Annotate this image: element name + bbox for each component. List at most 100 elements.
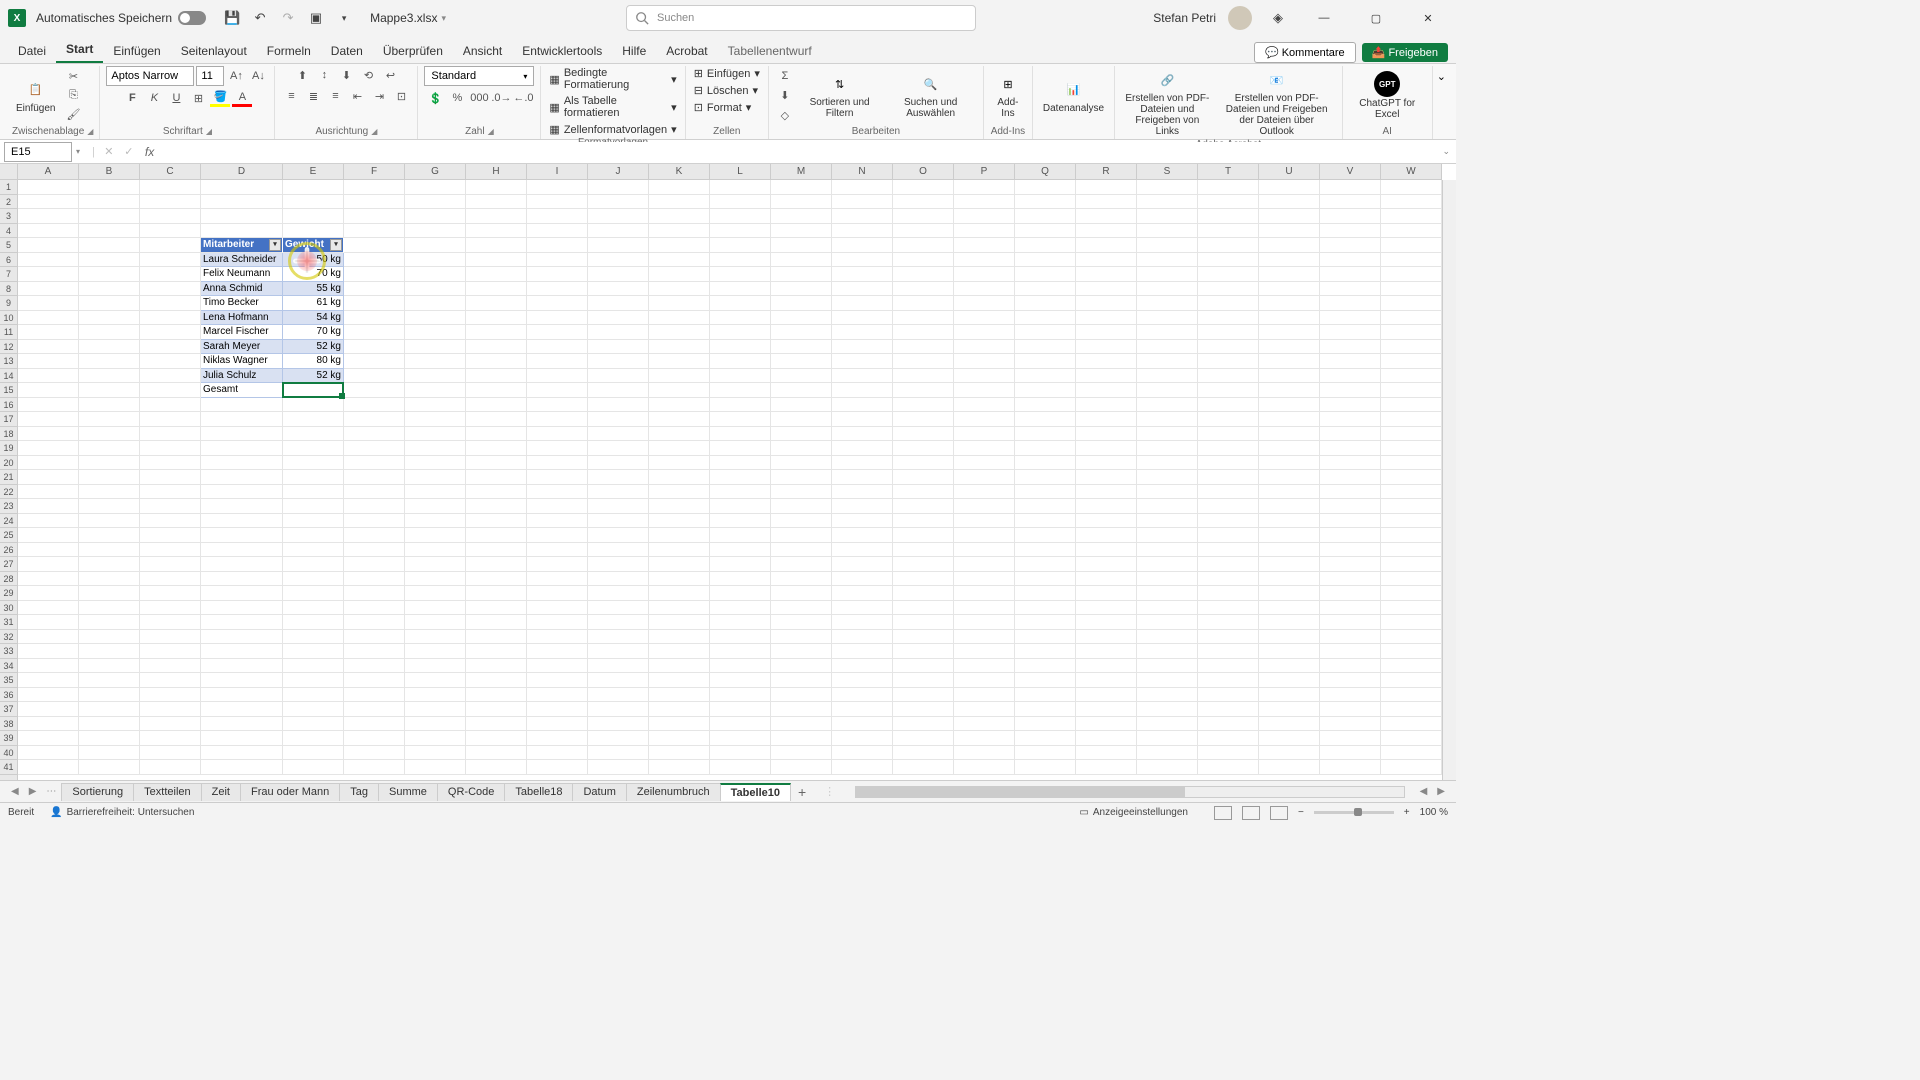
row-header[interactable]: 40 [0, 746, 17, 761]
cell[interactable] [1320, 528, 1381, 543]
cell[interactable] [893, 528, 954, 543]
cell[interactable] [954, 267, 1015, 282]
cell[interactable] [466, 514, 527, 529]
cell[interactable] [1137, 195, 1198, 210]
cell[interactable] [1137, 528, 1198, 543]
cell[interactable] [771, 557, 832, 572]
cell[interactable] [1076, 499, 1137, 514]
cell[interactable]: 52 kg [283, 340, 344, 355]
cell[interactable] [18, 702, 79, 717]
cell[interactable] [1198, 644, 1259, 659]
cell[interactable] [201, 717, 283, 732]
cell[interactable] [771, 731, 832, 746]
cell[interactable] [832, 325, 893, 340]
cell[interactable] [79, 470, 140, 485]
cell[interactable] [710, 354, 771, 369]
cell[interactable] [1320, 746, 1381, 761]
cell[interactable] [1015, 688, 1076, 703]
cell[interactable] [1015, 354, 1076, 369]
cell[interactable] [140, 601, 201, 616]
cell[interactable] [405, 282, 466, 297]
cell[interactable] [649, 528, 710, 543]
cell[interactable] [588, 630, 649, 645]
cell[interactable] [588, 412, 649, 427]
cell[interactable] [527, 195, 588, 210]
row-header[interactable]: 22 [0, 485, 17, 500]
cell[interactable] [79, 369, 140, 384]
minimize-button[interactable]: — [1304, 3, 1344, 33]
cell[interactable] [832, 543, 893, 558]
cell[interactable] [771, 688, 832, 703]
cell[interactable] [201, 572, 283, 587]
filter-dropdown-icon[interactable]: ▾ [330, 239, 342, 251]
cell[interactable] [1198, 253, 1259, 268]
cell[interactable] [283, 485, 344, 500]
cell[interactable] [344, 398, 405, 413]
cell[interactable] [649, 644, 710, 659]
cell[interactable] [527, 325, 588, 340]
cell[interactable] [588, 296, 649, 311]
cell[interactable] [771, 673, 832, 688]
search-input[interactable]: Suchen [626, 5, 976, 31]
cell[interactable] [710, 296, 771, 311]
cell[interactable] [771, 354, 832, 369]
cell[interactable] [1137, 514, 1198, 529]
cell[interactable] [649, 615, 710, 630]
column-header[interactable]: M [771, 164, 832, 179]
cell[interactable] [527, 383, 588, 398]
cell[interactable] [710, 441, 771, 456]
sheet-nav-more-icon[interactable]: ⋯ [41, 786, 61, 797]
cell[interactable] [1076, 340, 1137, 355]
cell[interactable] [1381, 383, 1442, 398]
cell[interactable] [832, 311, 893, 326]
cell[interactable] [18, 180, 79, 195]
row-header[interactable]: 14 [0, 369, 17, 384]
cell[interactable] [1259, 572, 1320, 587]
cell[interactable] [832, 673, 893, 688]
column-header[interactable]: P [954, 164, 1015, 179]
cell[interactable] [954, 180, 1015, 195]
cell[interactable] [527, 543, 588, 558]
cell[interactable] [201, 601, 283, 616]
cell[interactable] [1381, 180, 1442, 195]
cell[interactable] [344, 644, 405, 659]
cell[interactable] [588, 760, 649, 775]
row-header[interactable]: 18 [0, 427, 17, 442]
cell[interactable] [771, 296, 832, 311]
cell[interactable] [527, 224, 588, 239]
cell[interactable] [832, 253, 893, 268]
cell[interactable] [832, 354, 893, 369]
cell[interactable] [283, 528, 344, 543]
cell[interactable] [649, 717, 710, 732]
cell[interactable] [79, 586, 140, 601]
cell[interactable] [1015, 485, 1076, 500]
cell[interactable] [201, 702, 283, 717]
cell[interactable] [405, 253, 466, 268]
cell[interactable] [79, 615, 140, 630]
cell[interactable] [79, 572, 140, 587]
cell[interactable] [832, 209, 893, 224]
cell[interactable] [405, 383, 466, 398]
cell[interactable] [1137, 572, 1198, 587]
cell[interactable] [18, 354, 79, 369]
cell[interactable] [710, 528, 771, 543]
cell[interactable] [18, 673, 79, 688]
cell[interactable] [1076, 717, 1137, 732]
cell[interactable] [140, 543, 201, 558]
cell[interactable] [954, 412, 1015, 427]
cell[interactable] [283, 499, 344, 514]
cell[interactable] [954, 238, 1015, 253]
cell[interactable] [344, 702, 405, 717]
fill-color-icon[interactable]: 🪣 [210, 89, 230, 107]
cell[interactable] [140, 441, 201, 456]
cell[interactable] [954, 644, 1015, 659]
cell[interactable] [283, 209, 344, 224]
cell[interactable] [1137, 427, 1198, 442]
column-header[interactable]: G [405, 164, 466, 179]
cell[interactable] [140, 514, 201, 529]
cell[interactable] [1015, 180, 1076, 195]
cell[interactable] [954, 528, 1015, 543]
cell[interactable] [79, 485, 140, 500]
row-header[interactable]: 11 [0, 325, 17, 340]
cell[interactable] [527, 311, 588, 326]
